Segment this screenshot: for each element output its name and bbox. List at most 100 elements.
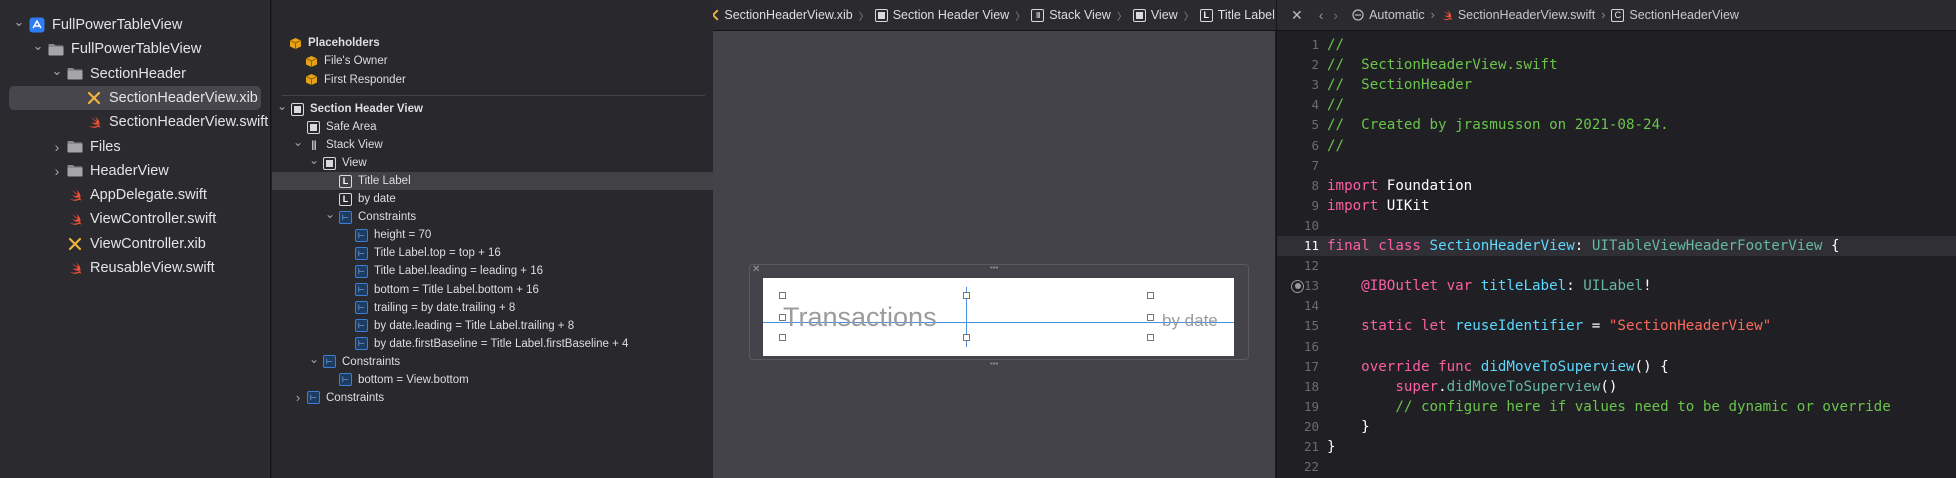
- placeholders-header[interactable]: Placeholders: [272, 34, 380, 52]
- chevron-down-icon[interactable]: ⌄: [308, 153, 320, 167]
- navigator-item[interactable]: › Files: [0, 135, 121, 159]
- code-line[interactable]: [1327, 216, 1956, 236]
- code-line[interactable]: }: [1327, 417, 1956, 437]
- forward-icon[interactable]: ›: [1333, 7, 1338, 23]
- outline-item[interactable]: ⌄ ||| Stack View: [272, 135, 383, 154]
- scene-bottom-grip[interactable]: ▪▪▪: [990, 360, 1008, 368]
- code-line[interactable]: [1327, 337, 1956, 357]
- resize-handle[interactable]: [963, 292, 970, 299]
- close-editor-icon[interactable]: ✕: [1291, 7, 1303, 24]
- breadcrumb-item[interactable]: Title Label: [1218, 8, 1275, 22]
- scene-top-grip[interactable]: ▪▪▪: [990, 264, 1008, 272]
- outline-item[interactable]: ⌄ View: [272, 153, 367, 172]
- outline-item[interactable]: ⊢ bottom = View.bottom: [272, 371, 469, 389]
- code-line[interactable]: // configure here if values need to be d…: [1327, 397, 1956, 417]
- placeholder-item[interactable]: File's Owner: [272, 52, 388, 70]
- code-line[interactable]: [1327, 156, 1956, 176]
- code-line[interactable]: // SectionHeader: [1327, 75, 1956, 95]
- resize-handle[interactable]: [779, 292, 786, 299]
- breadcrumb-item[interactable]: Stack View: [1049, 8, 1111, 22]
- back-icon[interactable]: ‹: [1319, 7, 1324, 23]
- chevron-down-icon[interactable]: ⌄: [13, 14, 25, 29]
- ib-canvas[interactable]: [713, 31, 1275, 478]
- outline-item[interactable]: ⊢ by date.firstBaseline = Title Label.fir…: [272, 335, 628, 353]
- navigator-item-label: FullPowerTableView: [52, 17, 183, 33]
- code-line[interactable]: import Foundation: [1327, 176, 1956, 196]
- navigator-item[interactable]: › HeaderView: [0, 159, 169, 183]
- resize-handle[interactable]: [1147, 314, 1154, 321]
- canvas-date-label[interactable]: by date: [1162, 311, 1218, 331]
- navigator-item[interactable]: ⌄ SectionHeader: [0, 62, 186, 86]
- outline-item[interactable]: ⊢ by date.leading = Title Label.trailing …: [272, 317, 574, 335]
- outlet-connection-icon[interactable]: [1291, 279, 1304, 293]
- chevron-down-icon[interactable]: ⌄: [308, 352, 320, 366]
- navigator-item[interactable]: SectionHeaderView.swift: [0, 110, 268, 134]
- chevron-down-icon[interactable]: ⌄: [276, 99, 288, 113]
- chevron-right-icon[interactable]: ›: [51, 139, 63, 155]
- chevron-down-icon[interactable]: ⌄: [292, 135, 304, 149]
- code-line[interactable]: [1327, 457, 1956, 477]
- placeholder-item[interactable]: First Responder: [272, 71, 406, 89]
- navigator-item[interactable]: ViewController.swift: [0, 207, 216, 231]
- navigator-item[interactable]: ⌄ FullPowerTableView: [0, 13, 183, 37]
- close-scene-icon[interactable]: ✕: [752, 264, 760, 275]
- code-line[interactable]: //: [1327, 136, 1956, 156]
- code-line[interactable]: override func didMoveToSuperview() {: [1327, 357, 1956, 377]
- code-line[interactable]: static let reuseIdentifier = "SectionHea…: [1327, 316, 1956, 336]
- outline-item[interactable]: L Title Label: [272, 172, 713, 191]
- canvas-title-label[interactable]: Transactions: [783, 302, 937, 333]
- code-line[interactable]: final class SectionHeaderView: UITableVi…: [1327, 236, 1956, 256]
- source-editor[interactable]: ✕ ‹ › Automatic › SectionHeaderView.swif…: [1276, 0, 1956, 478]
- outline-item-label: bottom = View.bottom: [358, 373, 469, 386]
- chevron-down-icon[interactable]: ⌄: [32, 38, 44, 53]
- related-items-icon[interactable]: [1352, 9, 1364, 21]
- chevron-right-icon[interactable]: ›: [51, 163, 63, 179]
- code-line[interactable]: super.didMoveToSuperview(): [1327, 377, 1956, 397]
- symbol-label[interactable]: SectionHeaderView: [1629, 8, 1739, 22]
- navigator-item[interactable]: ViewController.xib: [0, 232, 206, 256]
- breadcrumb-item[interactable]: View: [1151, 8, 1178, 22]
- code-line[interactable]: // Created by jrasmusson on 2021-08-24.: [1327, 115, 1956, 135]
- code-line[interactable]: // SectionHeaderView.swift: [1327, 55, 1956, 75]
- chevron-right-icon[interactable]: ›: [292, 390, 304, 405]
- outline-item[interactable]: ⊢ Title Label.leading = leading + 16: [272, 262, 543, 280]
- project-navigator: ⌄ FullPowerTableView ⌄ FullPowerTableView ⌄ S…: [0, 0, 271, 478]
- outline-item[interactable]: ⌄ ⊢ Constraints: [272, 207, 417, 226]
- resize-handle[interactable]: [963, 334, 970, 341]
- resize-handle[interactable]: [1147, 334, 1154, 341]
- swift-file-icon: [86, 114, 102, 130]
- outline-item[interactable]: ⊢ bottom = Title Label.bottom + 16: [272, 281, 539, 299]
- chevron-down-icon[interactable]: ⌄: [51, 63, 63, 78]
- outline-item[interactable]: ⊢ Title Label.top = top + 16: [272, 244, 501, 262]
- outline-item[interactable]: ⌄ ⊢ Constraints: [272, 352, 400, 371]
- chevron-down-icon[interactable]: ⌄: [324, 207, 336, 221]
- code-line[interactable]: [1327, 296, 1956, 316]
- constraint-icon: ⊢: [323, 355, 336, 369]
- code-line[interactable]: }: [1327, 437, 1956, 457]
- resize-handle[interactable]: [779, 334, 786, 341]
- outline-item[interactable]: ⌄ Section Header View: [272, 99, 423, 118]
- code-line[interactable]: [1327, 256, 1956, 276]
- outline-item[interactable]: ⊢ height = 70: [272, 226, 431, 244]
- outline-item[interactable]: ⊢ trailing = by date.trailing + 8: [272, 299, 515, 317]
- outline-item-label: Constraints: [358, 211, 417, 224]
- file-label[interactable]: SectionHeaderView.swift: [1458, 8, 1595, 22]
- outline-item[interactable]: Safe Area: [272, 118, 377, 136]
- navigator-item[interactable]: ReusableView.swift: [0, 256, 215, 280]
- breadcrumb-item[interactable]: SectionHeaderView.xib: [724, 8, 852, 22]
- folder-icon: [67, 66, 83, 82]
- resize-handle[interactable]: [779, 314, 786, 321]
- outline-item[interactable]: › ⊢ Constraints: [272, 389, 384, 407]
- code-line[interactable]: @IBOutlet var titleLabel: UILabel!: [1327, 276, 1956, 296]
- scheme-label[interactable]: Automatic: [1369, 8, 1425, 22]
- code-line[interactable]: import UIKit: [1327, 196, 1956, 216]
- navigator-item[interactable]: ⌄ FullPowerTableView: [0, 37, 202, 61]
- navigator-item[interactable]: SectionHeaderView.xib: [9, 85, 261, 110]
- breadcrumb-item[interactable]: Section Header View: [893, 8, 1010, 22]
- code-line[interactable]: //: [1327, 95, 1956, 115]
- navigator-item[interactable]: AppDelegate.swift: [0, 183, 207, 207]
- code-line[interactable]: //: [1327, 35, 1956, 55]
- resize-handle[interactable]: [1147, 292, 1154, 299]
- outline-item[interactable]: Lby date: [272, 190, 396, 208]
